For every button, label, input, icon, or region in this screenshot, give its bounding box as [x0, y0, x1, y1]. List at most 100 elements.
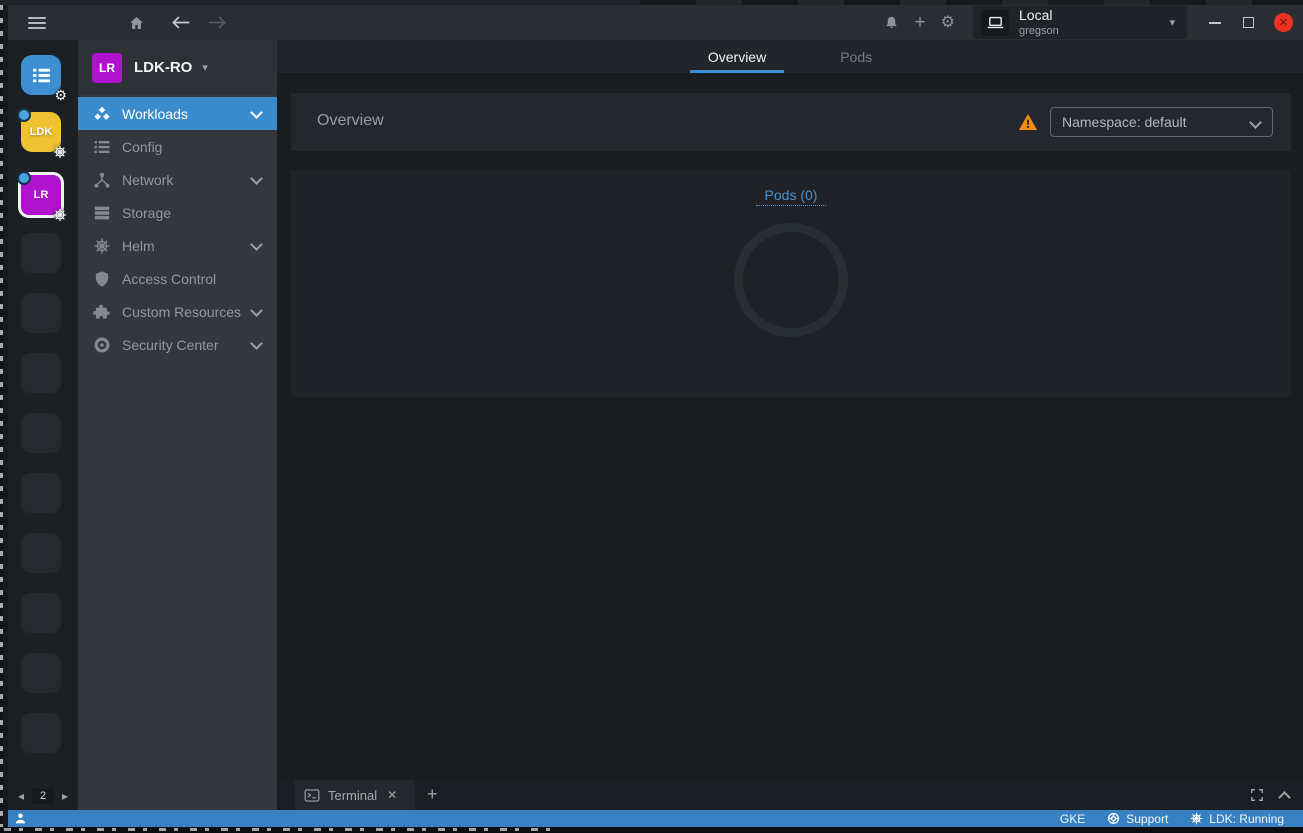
terminal-tab-label: Terminal — [328, 788, 377, 803]
statusbar-item-gke[interactable]: GKE — [1054, 812, 1091, 826]
sidebar-item-label: Config — [122, 139, 162, 155]
tab-label: Overview — [708, 49, 766, 65]
hotbar-cluster-ldk[interactable]: LDK — [21, 112, 61, 152]
storage-icon — [93, 204, 111, 222]
laptop-icon — [981, 10, 1009, 36]
sidebar-item-label: Workloads — [122, 106, 188, 122]
tab-overview[interactable]: Overview — [690, 40, 784, 73]
status-dot-badge — [17, 108, 31, 122]
screen-edge-artifact-bottom — [0, 827, 1303, 833]
expand-fullscreen-icon[interactable] — [1250, 788, 1264, 802]
namespace-select[interactable]: Namespace: default — [1050, 107, 1273, 137]
catalog-tile[interactable]: ⚙ — [21, 55, 61, 95]
sidebar-item-label: Helm — [122, 238, 155, 254]
sidebar-item-security-center[interactable]: Security Center — [78, 328, 277, 361]
forward-arrow-icon[interactable] — [208, 15, 227, 30]
user-person-icon[interactable] — [14, 812, 27, 825]
sidebar-item-access-control[interactable]: Access Control — [78, 262, 277, 295]
warning-icon[interactable] — [1018, 113, 1038, 131]
pager-page-number: 2 — [32, 788, 54, 804]
hotbar-empty-slot — [21, 653, 61, 693]
terminal-tab[interactable]: Terminal ✕ — [295, 780, 415, 810]
close-icon[interactable]: ✕ — [387, 788, 397, 802]
chevron-up-icon[interactable] — [1278, 791, 1291, 804]
sidebar-item-label: Access Control — [122, 271, 216, 287]
sidebar-item-network[interactable]: Network — [78, 163, 277, 196]
add-icon[interactable]: + — [915, 13, 926, 32]
sidebar-menu: Workloads Config Network Storage — [78, 95, 277, 361]
sidebar-item-workloads[interactable]: Workloads — [78, 97, 277, 130]
sidebar-item-storage[interactable]: Storage — [78, 196, 277, 229]
kubernetes-helm-badge-icon — [53, 145, 67, 159]
sidebar-item-label: Security Center — [122, 337, 218, 353]
hotbar-empty-slot — [21, 293, 61, 333]
support-lifebuoy-icon — [1107, 812, 1120, 825]
notifications-bell-icon[interactable] — [884, 15, 899, 31]
new-terminal-icon[interactable]: + — [427, 784, 438, 804]
cluster-status-label: LDK: Running — [1209, 812, 1284, 826]
sidebar-item-custom-resources[interactable]: Custom Resources — [78, 295, 277, 328]
security-icon — [93, 336, 111, 354]
hotbar-empty-slot — [21, 473, 61, 513]
screen-edge-artifact-left — [0, 5, 8, 833]
hotbar-empty-slot — [21, 233, 61, 273]
hotbar-empty-slot — [21, 533, 61, 573]
context-labels: Local gregson — [1019, 8, 1059, 36]
chevron-down-icon[interactable] — [250, 238, 263, 251]
statusbar: GKE Support LDK: Running — [0, 810, 1303, 827]
hotbar-cluster-lr-active[interactable]: LR — [18, 172, 64, 218]
titlebar: + ⚙ Local gregson ▾ ✕ — [0, 5, 1303, 40]
hotbar-rail: ⚙ LDK LR ◂ 2 ▸ — [8, 40, 78, 810]
hotbar-cluster-ldk-label: LDK — [30, 126, 53, 138]
support-label: Support — [1126, 812, 1168, 826]
chevron-down-icon[interactable] — [250, 172, 263, 185]
chevron-down-icon[interactable] — [250, 337, 263, 350]
chevron-down-icon[interactable] — [250, 304, 263, 317]
gear-badge-icon: ⚙ — [54, 88, 67, 102]
statusbar-item-support[interactable]: Support — [1101, 812, 1174, 826]
chevron-down-icon: ▾ — [202, 61, 208, 74]
sidebar-item-config[interactable]: Config — [78, 130, 277, 163]
namespace-select-value: Namespace: default — [1062, 114, 1187, 130]
pods-count-link[interactable]: Pods (0) — [756, 187, 826, 206]
page-tabbar: Overview Pods — [277, 40, 1303, 73]
settings-gear-icon[interactable]: ⚙ — [941, 15, 955, 31]
chevron-down-icon[interactable]: ▾ — [1169, 16, 1175, 29]
hotbar-empty-slot — [21, 593, 61, 633]
hotbar-empty-slot — [21, 713, 61, 753]
statusbar-right: GKE Support LDK: Running — [1054, 812, 1290, 826]
workloads-icon — [93, 105, 111, 123]
tab-pods[interactable]: Pods — [822, 40, 890, 73]
window-close-button[interactable]: ✕ — [1274, 13, 1293, 32]
pager-next-icon[interactable]: ▸ — [62, 790, 68, 802]
overview-header-panel: Overview Namespace: default — [291, 93, 1291, 151]
shield-icon — [93, 270, 111, 288]
sidebar-item-helm[interactable]: Helm — [78, 229, 277, 262]
cluster-switcher[interactable]: LR LDK-RO ▾ — [78, 40, 277, 95]
hotbar-empty-slot — [21, 413, 61, 453]
kubernetes-helm-icon — [1190, 812, 1203, 825]
window-minimize-button[interactable] — [1209, 22, 1221, 24]
menu-icon[interactable] — [28, 17, 46, 29]
context-title: Local — [1019, 8, 1059, 23]
home-icon[interactable] — [128, 15, 145, 31]
statusbar-item-cluster-status[interactable]: LDK: Running — [1184, 812, 1290, 826]
sidebar-item-label: Custom Resources — [122, 304, 241, 320]
active-context-dropdown[interactable]: Local gregson ▾ — [973, 6, 1187, 39]
window-maximize-button[interactable] — [1243, 17, 1254, 28]
titlebar-left — [0, 15, 227, 31]
titlebar-right: + ⚙ Local gregson ▾ ✕ — [884, 5, 1303, 40]
bottom-dock: Terminal ✕ + — [277, 780, 1303, 810]
status-dot-badge — [17, 171, 31, 185]
back-arrow-icon[interactable] — [171, 15, 190, 30]
chevron-down-icon[interactable] — [250, 106, 263, 119]
sidebar-item-label: Network — [122, 172, 173, 188]
pager-prev-icon[interactable]: ◂ — [18, 790, 24, 802]
dock-controls — [1250, 780, 1289, 810]
header-controls: Namespace: default — [1018, 107, 1273, 137]
tab-label: Pods — [840, 49, 872, 65]
config-icon — [93, 138, 111, 156]
context-subtitle: gregson — [1019, 25, 1059, 37]
kubernetes-helm-badge-icon — [53, 208, 67, 222]
window-controls: ✕ — [1209, 13, 1293, 32]
